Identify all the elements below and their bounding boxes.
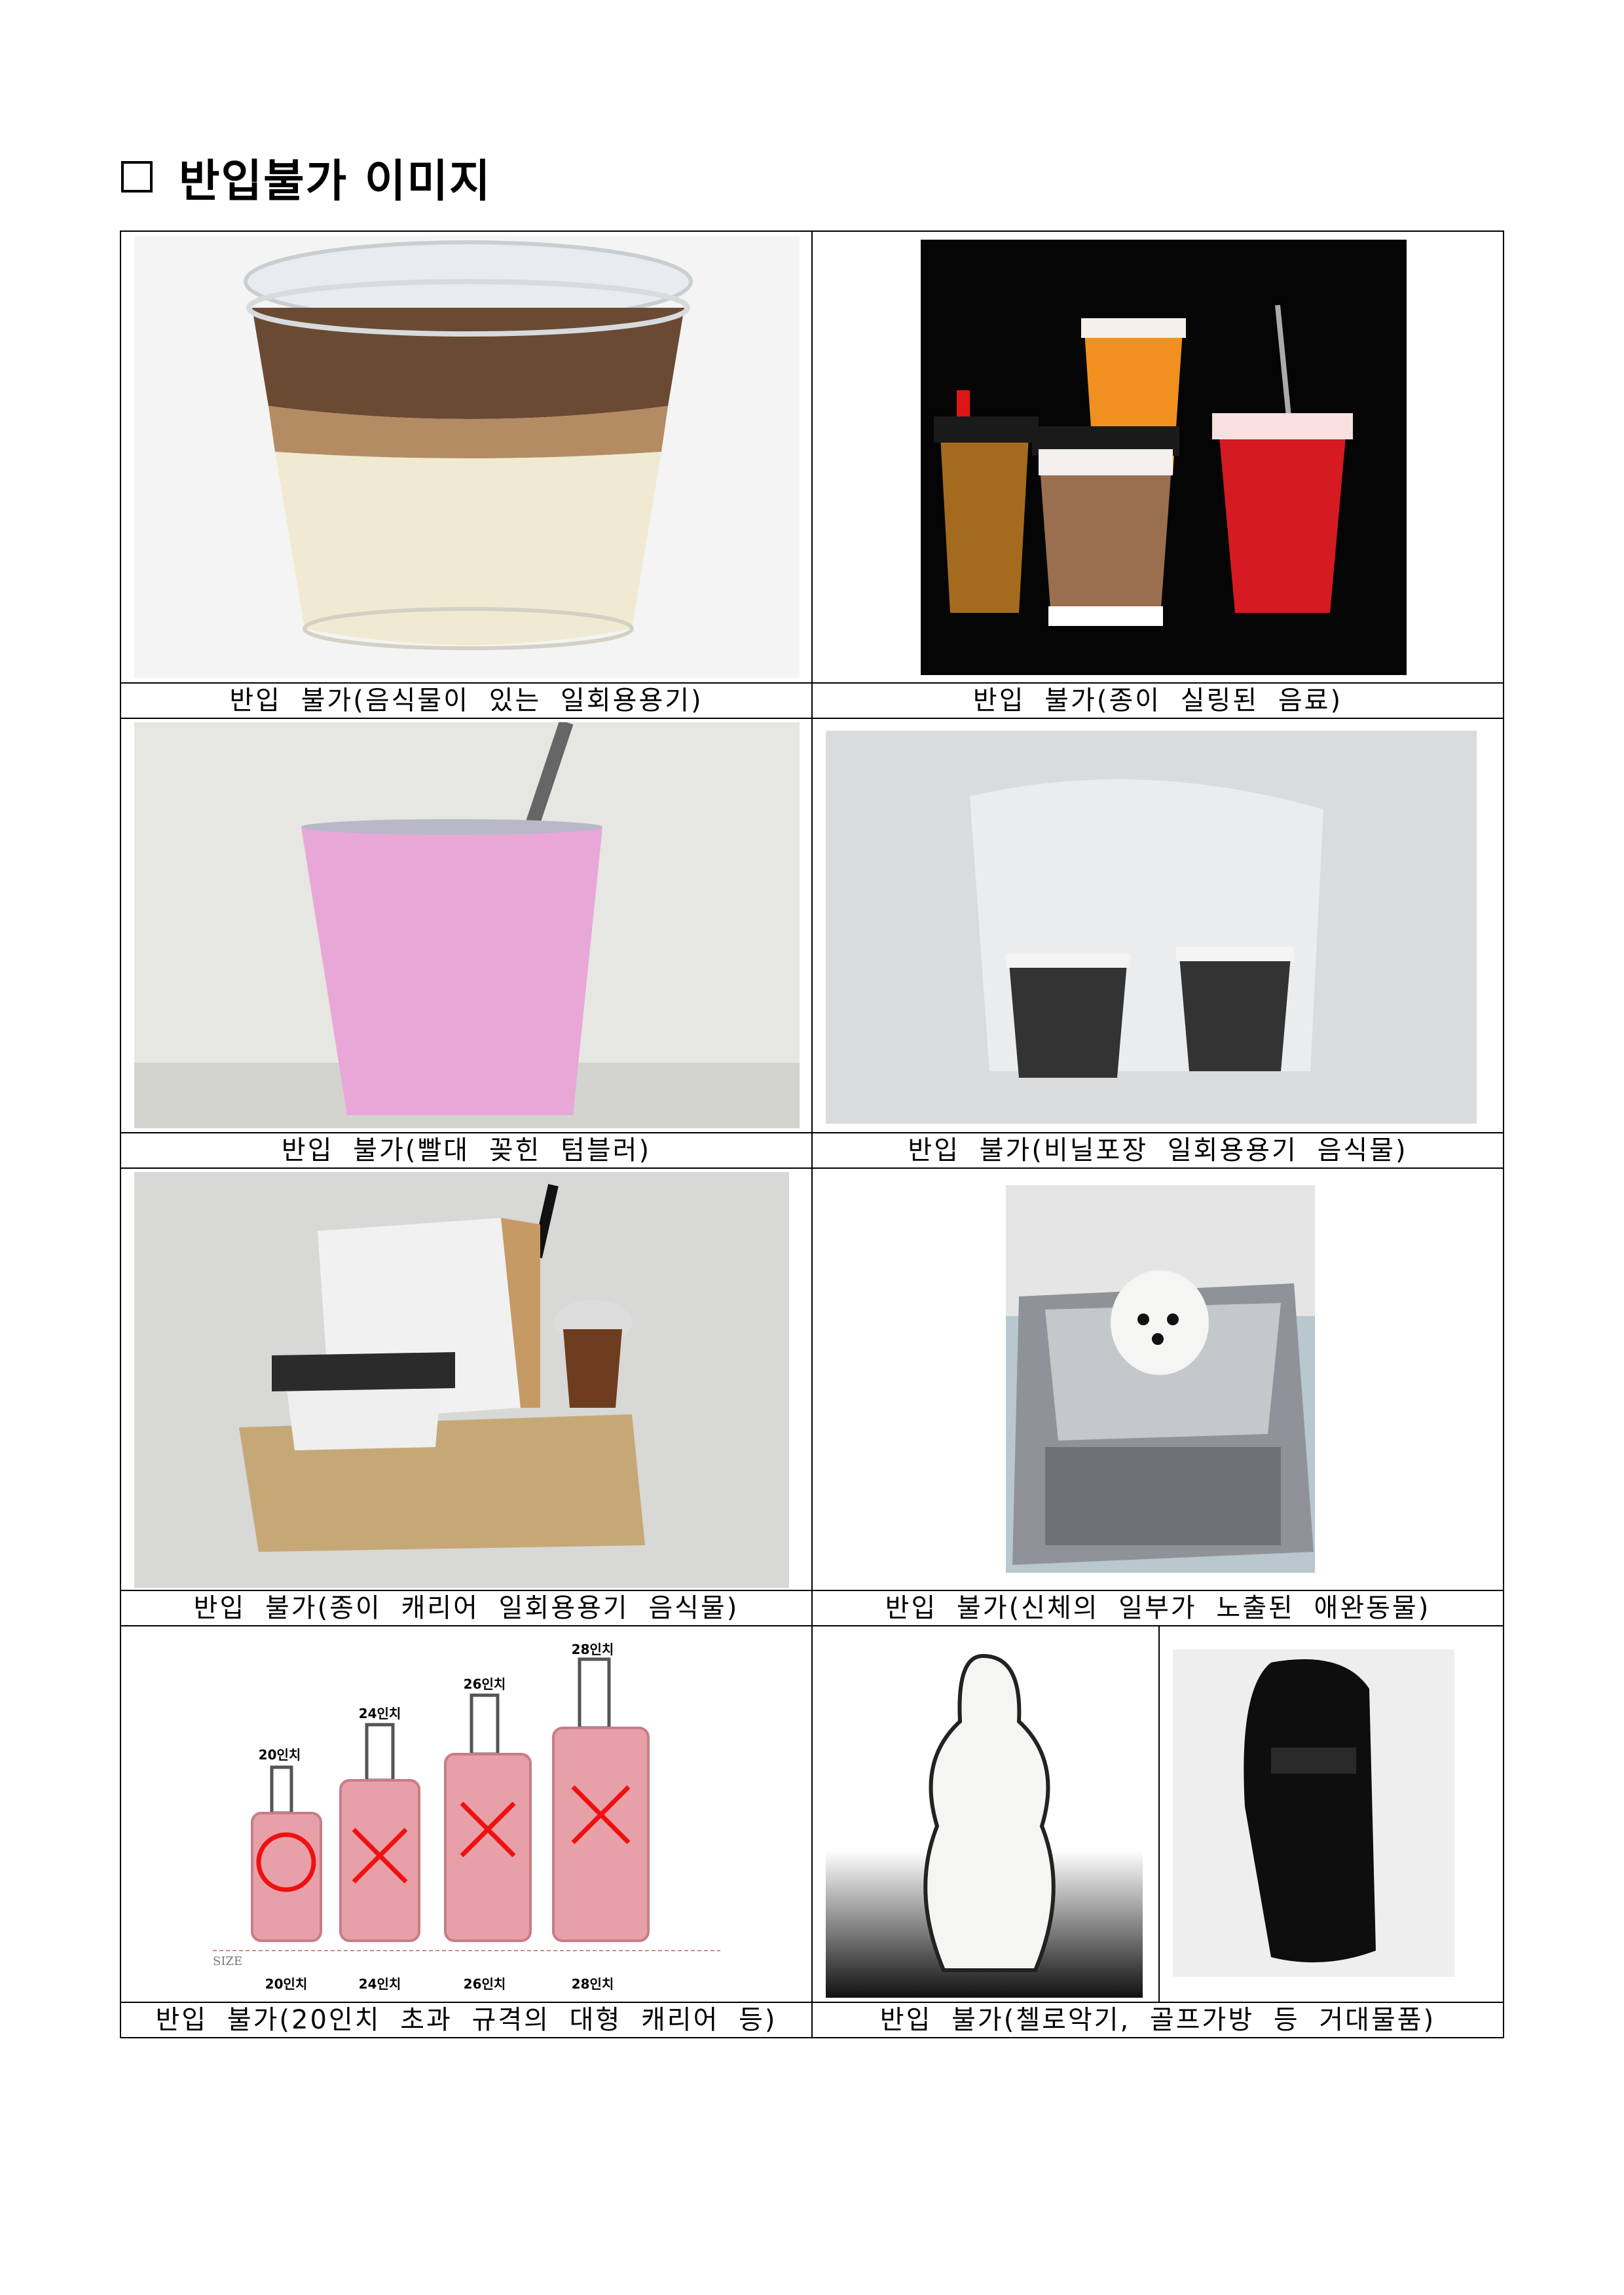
image-cell — [811, 1167, 1504, 1591]
image-cell — [811, 1625, 1504, 2003]
caption: 반입 불가(종이 실링된 음료) — [811, 682, 1504, 719]
caption: 반입 불가(종이 캐리어 일회용용기 음식물) — [120, 1590, 813, 1626]
image-cell: 20인치 24인치 26인치 28인치 SIZE 20인치 24인치 26인치 … — [120, 1625, 813, 2003]
sealed-drinks-icon — [921, 240, 1407, 675]
luggage-bottom-label-24: 24인치 — [359, 1976, 401, 1992]
luggage-bottom-label-26: 26인치 — [464, 1976, 506, 1992]
luggage-top-label-20: 20인치 — [259, 1747, 301, 1763]
caption: 반입 불가(비닐포장 일회용용기 음식물) — [811, 1132, 1504, 1169]
caption: 반입 불가(첼로악기, 골프가방 등 거대물품) — [811, 2002, 1504, 2038]
image-cell — [120, 718, 813, 1133]
page-title: 반입불가 이미지 — [121, 147, 492, 208]
luggage-bottom-label-20: 20인치 — [265, 1976, 308, 1992]
luggage-bottom-label-28: 28인치 — [572, 1976, 614, 1992]
caption: 반입 불가(빨대 꽂힌 텀블러) — [120, 1132, 813, 1169]
caption: 반입 불가(20인치 초과 규격의 대형 캐리어 등) — [120, 2002, 813, 2038]
cello-case-icon — [826, 1630, 1143, 1998]
image-cell — [811, 718, 1504, 1133]
caption: 반입 불가(음식물이 있는 일회용용기) — [120, 682, 813, 719]
checkbox-square-icon — [121, 161, 153, 193]
luggage-sizes-icon: 20인치 24인치 26인치 28인치 SIZE 20인치 24인치 26인치 … — [206, 1630, 730, 2000]
luggage-top-label-28: 28인치 — [572, 1642, 614, 1657]
size-label: SIZE — [213, 1955, 242, 1968]
tumbler-with-straw-icon — [134, 722, 800, 1128]
luggage-top-label-24: 24인치 — [359, 1706, 401, 1721]
pet-carrier-dog-icon — [1006, 1185, 1315, 1573]
page-title-text: 반입불가 이미지 — [179, 155, 492, 208]
golf-bag-icon — [1173, 1649, 1454, 1977]
prohibited-items-table: 반입 불가(음식물이 있는 일회용용기) 반입 불가(종이 실링된 음료) 반입… — [120, 230, 1504, 2038]
iced-coffee-cup-icon — [134, 236, 800, 678]
image-cell — [120, 1167, 813, 1591]
cell-divider — [1158, 1626, 1160, 2002]
luggage-top-label-26: 26인치 — [464, 1676, 506, 1692]
paper-cup-carrier-icon — [134, 1172, 789, 1588]
bagged-cups-icon — [826, 731, 1477, 1124]
image-cell — [120, 230, 813, 684]
caption: 반입 불가(신체의 일부가 노출된 애완동물) — [811, 1590, 1504, 1626]
image-cell — [811, 230, 1504, 684]
